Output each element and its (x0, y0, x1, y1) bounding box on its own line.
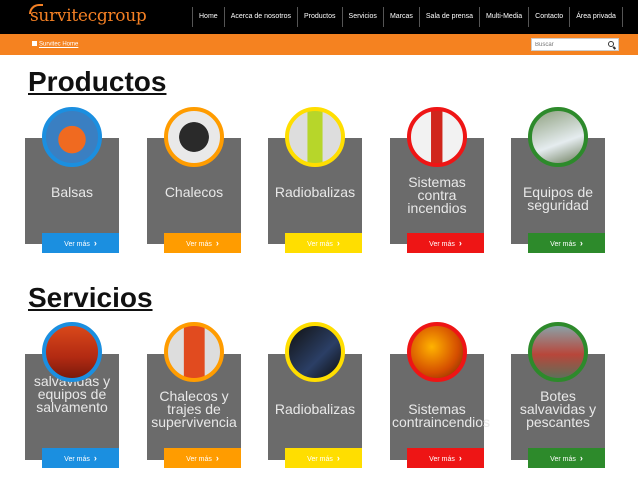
productos-ver-mas-button[interactable]: Ver más › (164, 233, 241, 253)
productos-card-label: Balsas (50, 184, 94, 200)
top-navbar: survitecgroup Home Acerca de nosotros Pr… (0, 0, 638, 34)
nav-area-privada[interactable]: Área privada (569, 7, 623, 27)
survitec-logo[interactable]: survitecgroup (29, 4, 147, 30)
productos-ver-mas-button[interactable]: Ver más › (528, 233, 605, 253)
productos-card-label: Sistemas contra incendios (407, 174, 467, 216)
chevron-right-icon: › (336, 453, 340, 463)
beacon-photo-icon[interactable] (285, 107, 345, 167)
chevron-right-icon: › (458, 453, 462, 463)
ver-mas-label: Ver más (64, 241, 90, 248)
nav-multi-media[interactable]: Multi-Media (478, 7, 528, 27)
search-icon[interactable] (608, 41, 614, 47)
chevron-right-icon: › (579, 453, 583, 463)
search-input[interactable] (535, 39, 605, 50)
nav-contacto[interactable]: Contacto (528, 7, 569, 27)
servicios-ver-mas-button[interactable]: Ver más › (407, 448, 484, 468)
search-box (531, 38, 619, 51)
firefighter-photo-icon[interactable] (407, 322, 467, 382)
lifejacket-photo-icon[interactable] (164, 107, 224, 167)
chevron-right-icon: › (215, 453, 219, 463)
servicios-card-label: Chalecos y trajes de supervivencia (151, 388, 237, 430)
productos-heading: Productos (28, 66, 167, 97)
extinguisher-photo-icon[interactable] (407, 107, 467, 167)
productos-ver-mas-button[interactable]: Ver más › (407, 233, 484, 253)
nav-sala-de-prensa[interactable]: Sala de prensa (418, 7, 479, 27)
servicios-card-label: Sistemas contraincendios (392, 401, 491, 430)
ver-mas-label: Ver más (307, 456, 333, 463)
ver-mas-label: Ver más (550, 456, 576, 463)
chevron-right-icon: › (215, 238, 219, 248)
beacon-service-photo-icon[interactable] (285, 322, 345, 382)
productos-ver-mas-button[interactable]: Ver más › (42, 233, 119, 253)
servicios-card-label: Radiobalizas (274, 401, 356, 417)
safety-equipment-photo-icon[interactable] (528, 107, 588, 167)
home-icon (32, 41, 37, 46)
liferaft-photo-icon[interactable] (42, 107, 102, 167)
survival-suit-photo-icon[interactable] (164, 322, 224, 382)
productos-card-label: Radiobalizas (274, 184, 356, 200)
nav-home[interactable]: Home (192, 7, 224, 27)
nav-servicios[interactable]: Servicios (341, 7, 383, 27)
ver-mas-label: Ver más (186, 456, 212, 463)
chevron-right-icon: › (458, 238, 462, 248)
servicios-heading: Servicios (28, 282, 153, 313)
productos-ver-mas-button[interactable]: Ver más › (285, 233, 362, 253)
chevron-right-icon: › (579, 238, 583, 248)
servicios-ver-mas-button[interactable]: Ver más › (285, 448, 362, 468)
liferaft-service-photo-icon[interactable] (42, 322, 102, 382)
chevron-right-icon: › (336, 238, 340, 248)
logo-text: survitecgroup (30, 6, 147, 26)
servicios-ver-mas-button[interactable]: Ver más › (42, 448, 119, 468)
ver-mas-label: Ver más (186, 241, 212, 248)
nav-marcas[interactable]: Marcas (382, 7, 419, 27)
breadcrumb-link[interactable]: Survitec Home (39, 42, 78, 48)
servicios-ver-mas-button[interactable]: Ver más › (164, 448, 241, 468)
productos-card-label: Equipos de seguridad (522, 184, 594, 213)
productos-card-label: Chalecos (164, 184, 224, 200)
chevron-right-icon: › (93, 453, 97, 463)
nav-acerca[interactable]: Acerca de nosotros (223, 7, 297, 27)
ver-mas-label: Ver más (307, 241, 333, 248)
ver-mas-label: Ver más (429, 456, 455, 463)
ver-mas-label: Ver más (429, 241, 455, 248)
main-nav: Home Acerca de nosotros Productos Servic… (192, 7, 623, 27)
servicios-card-label: Botes salvavidas y pescantes (519, 388, 597, 430)
ver-mas-label: Ver más (64, 456, 90, 463)
ver-mas-label: Ver más (550, 241, 576, 248)
nav-productos[interactable]: Productos (297, 7, 342, 27)
breadcrumb[interactable]: Survitec Home (32, 41, 78, 48)
breadcrumb-bar: Survitec Home (0, 34, 638, 55)
servicios-ver-mas-button[interactable]: Ver más › (528, 448, 605, 468)
lifeboat-photo-icon[interactable] (528, 322, 588, 382)
chevron-right-icon: › (93, 238, 97, 248)
